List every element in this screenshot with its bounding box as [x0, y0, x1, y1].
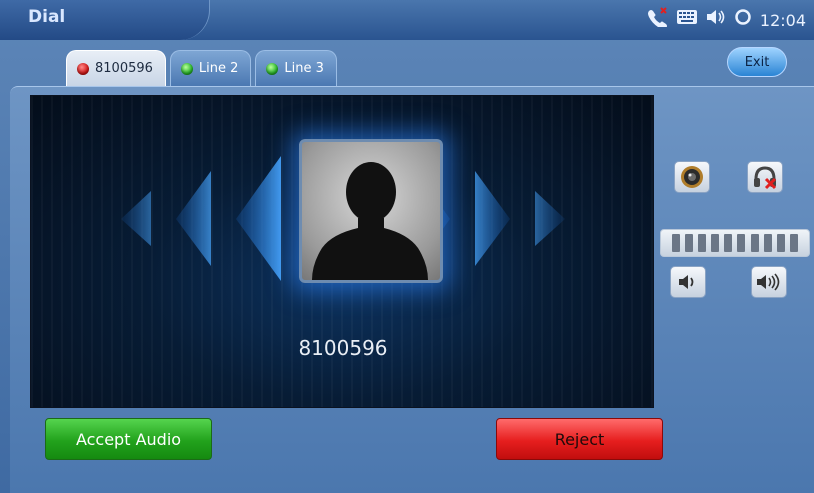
speaker-icon [706, 8, 726, 33]
tab-label: Line 3 [284, 61, 324, 76]
status-green-icon [266, 62, 279, 75]
volume-up-icon [757, 273, 780, 291]
exit-button[interactable]: Exit [727, 47, 787, 77]
caller-avatar [299, 139, 443, 283]
volume-segment [763, 234, 772, 252]
accept-audio-button[interactable]: Accept Audio [45, 418, 212, 460]
reject-button[interactable]: Reject [496, 418, 663, 460]
tab-label: 8100596 [95, 61, 153, 76]
volume-segment [711, 234, 720, 252]
volume-segment [737, 234, 746, 252]
tab-line-1[interactable]: 8100596 [66, 50, 166, 86]
camera-icon [681, 166, 703, 188]
tab-label: Line 2 [198, 61, 239, 76]
headset-mute-button[interactable] [747, 161, 783, 193]
caller-number: 8100596 [298, 336, 388, 360]
sync-icon [734, 8, 752, 33]
dial-screen: Dial 12:04 8100596 Line 2 Line 3 Exit 81… [0, 0, 814, 493]
video-area: 8100596 [30, 95, 654, 408]
status-icons: 12:04 [646, 6, 806, 34]
clock: 12:04 [759, 10, 806, 30]
missed-call-icon [646, 6, 668, 34]
page-title: Dial [28, 7, 66, 27]
volume-segment [698, 234, 707, 252]
status-green-icon [180, 62, 193, 75]
tab-line-3[interactable]: Line 3 [255, 50, 337, 86]
left-arrows-icon [121, 156, 281, 281]
volume-up-button[interactable] [751, 266, 787, 298]
camera-button[interactable] [674, 161, 710, 193]
volume-segment [685, 234, 694, 252]
top-bar: Dial 12:04 [0, 0, 814, 40]
volume-down-icon [679, 275, 694, 289]
volume-segment [776, 234, 785, 252]
volume-segment [724, 234, 733, 252]
headset-muted-icon [754, 166, 777, 190]
title-tab: Dial [0, 0, 210, 40]
tab-line-2[interactable]: Line 2 [169, 50, 252, 86]
status-red-icon [77, 62, 89, 75]
volume-segment [789, 234, 798, 252]
line-tabs: 8100596 Line 2 Line 3 [66, 50, 337, 86]
volume-down-button[interactable] [670, 266, 706, 298]
person-silhouette-icon [312, 162, 428, 280]
volume-segment [750, 234, 759, 252]
volume-segment [672, 234, 681, 252]
keyboard-icon [676, 8, 698, 32]
volume-level-bar[interactable] [660, 229, 810, 257]
